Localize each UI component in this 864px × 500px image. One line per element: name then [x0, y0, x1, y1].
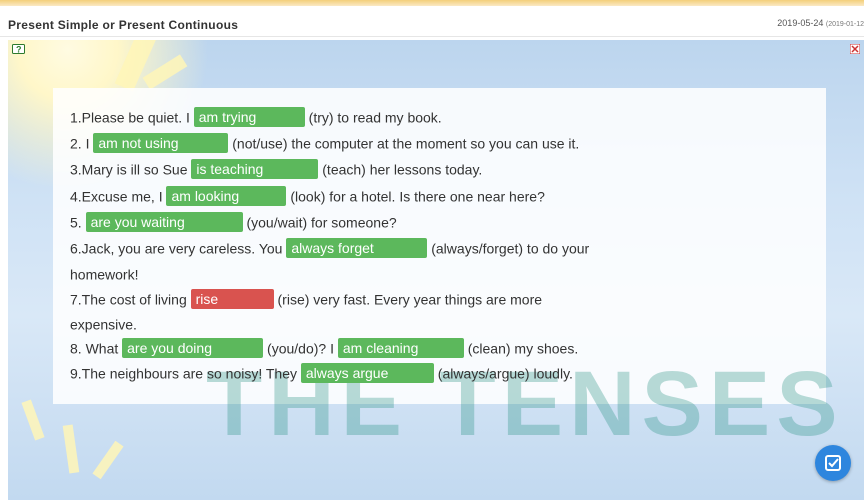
answer-box-correct[interactable]: is teaching: [191, 159, 319, 180]
page-title: Present Simple or Present Continuous: [8, 18, 239, 32]
exercise-stage: ? THE TENSES 1.Please be quiet. I am try…: [8, 40, 864, 500]
question-text: 8. What: [70, 340, 119, 357]
question-text: 7.The cost of living: [70, 291, 187, 308]
edit-check-icon: [825, 455, 841, 471]
sun-ray-decoration: [21, 399, 45, 441]
question-6-continued: homework!: [70, 263, 138, 284]
question-7: 7.The cost of living rise (rise) very fa…: [70, 288, 543, 310]
sun-ray-decoration: [62, 424, 80, 474]
answer-box-correct[interactable]: are you doing: [122, 338, 264, 359]
question-text: 9.The neighbours are so noisy! They: [70, 365, 297, 382]
question-text: 2. I: [70, 135, 90, 152]
question-text: (you/wait) for someone?: [246, 214, 397, 231]
answer-box-correct[interactable]: always argue: [300, 363, 434, 384]
question-text: (teach) her lessons today.: [322, 161, 483, 178]
question-3: 3.Mary is ill so Sue is teaching (teach)…: [70, 158, 483, 180]
header-bar: Present Simple or Present Continuous 201…: [0, 6, 864, 37]
answer-box-correct[interactable]: am trying: [193, 107, 305, 128]
question-text: (always/argue) loudly.: [437, 365, 573, 382]
svg-text:?: ?: [16, 45, 22, 55]
question-5: 5. are you waiting (you/wait) for someon…: [70, 211, 397, 233]
question-text: 1.Please be quiet. I: [70, 109, 190, 126]
help-icon[interactable]: ?: [12, 44, 26, 56]
question-7-continued: expensive.: [70, 313, 137, 334]
submit-button[interactable]: [815, 445, 851, 481]
question-text: (you/do)? I: [267, 340, 334, 357]
question-text: (look) for a hotel. Is there one near he…: [290, 188, 545, 205]
sun-ray-decoration: [142, 54, 188, 90]
answer-box-correct[interactable]: am not using: [93, 133, 229, 154]
question-text: (try) to read my book.: [308, 109, 442, 126]
question-6: 6.Jack, you are very careless. You alway…: [70, 237, 590, 259]
answer-box-correct[interactable]: am cleaning: [337, 338, 464, 359]
question-1: 1.Please be quiet. I am trying (try) to …: [70, 106, 442, 128]
question-9: 9.The neighbours are so noisy! They alwa…: [70, 362, 573, 384]
close-icon[interactable]: [850, 44, 860, 54]
date-label: 2019-05-24 (2019-01-12: [777, 18, 864, 28]
question-8: 8. What are you doing (you/do)? I am cle…: [70, 337, 579, 359]
sun-ray-decoration: [92, 440, 124, 480]
question-text: (rise) very fast. Every year things are …: [277, 291, 543, 308]
question-text: 4.Excuse me, I: [70, 188, 163, 205]
question-text: 6.Jack, you are very careless. You: [70, 240, 283, 257]
question-text: 3.Mary is ill so Sue: [70, 161, 188, 178]
question-2: 2. I am not using (not/use) the computer…: [70, 132, 580, 154]
answer-box-correct[interactable]: am looking: [166, 186, 287, 207]
question-text: (not/use) the computer at the moment so …: [232, 135, 580, 152]
date-main: 2019-05-24: [777, 18, 824, 28]
answer-box-wrong[interactable]: rise: [190, 289, 274, 310]
question-text: (always/forget) to do your: [431, 240, 590, 257]
date-sub: (2019-01-12: [825, 21, 864, 28]
answer-box-correct[interactable]: always forget: [286, 238, 428, 259]
question-text: 5.: [70, 214, 82, 231]
answer-box-correct[interactable]: are you waiting: [85, 212, 243, 233]
question-text: expensive.: [70, 316, 137, 333]
question-4: 4.Excuse me, I am looking (look) for a h…: [70, 185, 545, 207]
question-text: (clean) my shoes.: [467, 340, 579, 357]
question-text: homework!: [70, 266, 139, 283]
